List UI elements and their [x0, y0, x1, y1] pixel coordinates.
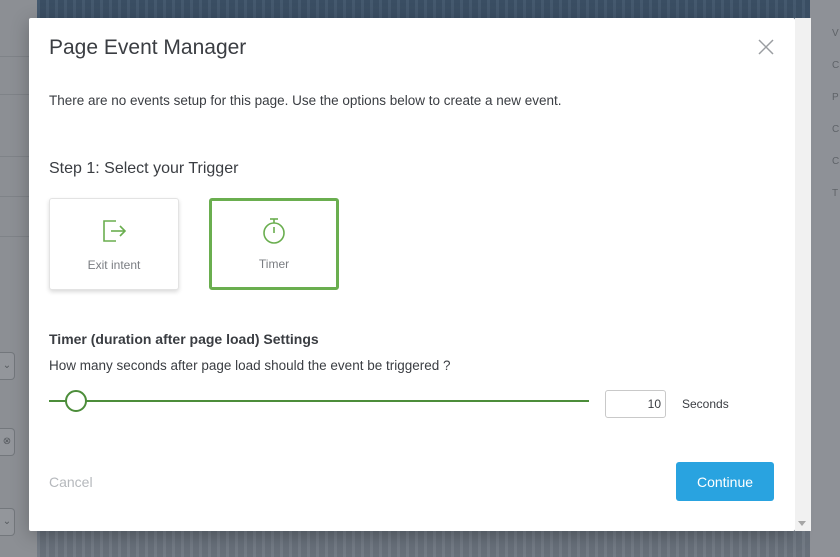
seconds-unit-label: Seconds	[682, 397, 729, 411]
backdrop-clear-icon: ⊗	[0, 428, 15, 456]
close-icon	[758, 39, 774, 55]
seconds-slider[interactable]	[49, 390, 589, 412]
trigger-card-exit-intent[interactable]: Exit intent	[49, 198, 179, 290]
modal-title: Page Event Manager	[49, 36, 247, 59]
seconds-input[interactable]	[605, 390, 666, 418]
backdrop-dropdown: ⌄	[0, 352, 15, 380]
continue-button[interactable]: Continue	[676, 462, 774, 501]
scroll-down-icon[interactable]	[798, 521, 806, 526]
modal-scrollbar[interactable]	[795, 18, 811, 531]
backdrop-letter: P	[832, 92, 839, 103]
close-button[interactable]	[756, 37, 776, 57]
slider-thumb[interactable]	[65, 390, 87, 412]
exit-icon	[100, 217, 128, 250]
backdrop-dropdown: ⌄	[0, 508, 15, 536]
backdrop-right-panel: V C P C C T	[810, 0, 840, 557]
intro-text: There are no events setup for this page.…	[49, 93, 562, 108]
cancel-button[interactable]: Cancel	[49, 474, 93, 490]
trigger-card-timer[interactable]: Timer	[209, 198, 339, 290]
settings-question: How many seconds after page load should …	[49, 358, 451, 373]
backdrop-letter: T	[832, 188, 839, 199]
backdrop-letter: C	[832, 60, 840, 71]
backdrop-letter: C	[832, 156, 840, 167]
trigger-label: Timer	[258, 257, 290, 271]
step-label: Step 1: Select your Trigger	[49, 160, 239, 177]
trigger-label: Exit intent	[87, 258, 141, 272]
settings-heading: Timer (duration after page load) Setting…	[49, 331, 319, 347]
stopwatch-icon	[260, 216, 288, 251]
backdrop-letter: V	[832, 28, 839, 39]
page-event-manager-modal: Page Event Manager There are no events s…	[29, 18, 795, 531]
backdrop-letter: C	[832, 124, 840, 135]
